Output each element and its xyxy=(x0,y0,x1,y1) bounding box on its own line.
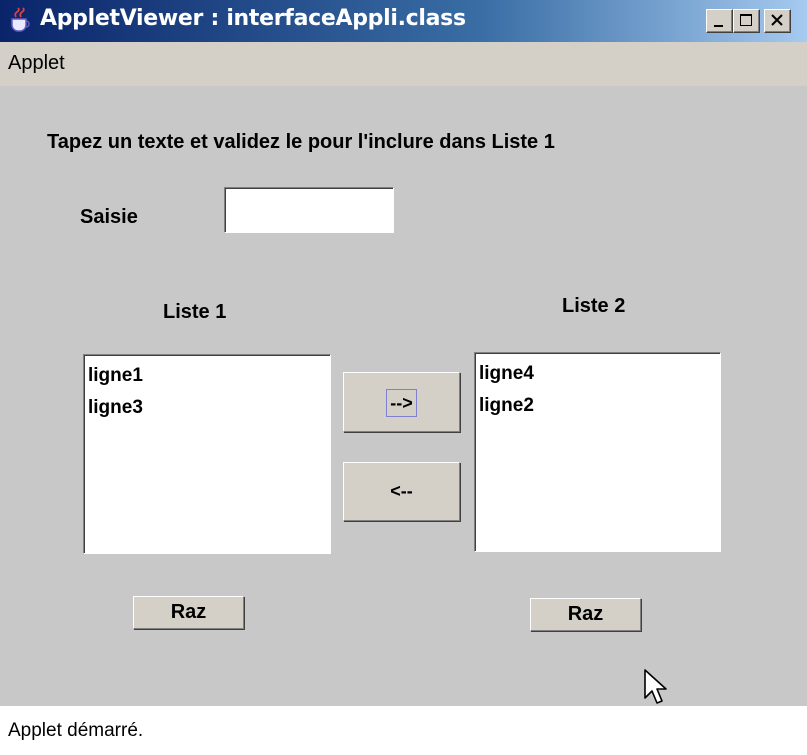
menu-applet[interactable]: Applet xyxy=(8,52,65,75)
saisie-label: Saisie xyxy=(80,206,138,228)
raz-liste2-button[interactable]: Raz xyxy=(530,598,641,631)
liste2-label: Liste 2 xyxy=(562,295,626,317)
liste1-label: Liste 1 xyxy=(163,301,227,323)
mouse-cursor-icon xyxy=(644,669,667,704)
list-item[interactable]: ligne4 xyxy=(479,363,534,385)
list-item[interactable]: ligne2 xyxy=(479,395,534,417)
menu-bar: Applet xyxy=(0,42,807,86)
liste1-listbox[interactable]: ligne1 ligne3 xyxy=(83,354,331,554)
java-coffee-cup-icon xyxy=(8,7,34,33)
maximize-button[interactable] xyxy=(733,9,760,33)
minimize-button[interactable] xyxy=(706,9,733,33)
move-to-liste1-button[interactable]: <-- xyxy=(343,462,460,521)
close-button[interactable] xyxy=(764,9,791,33)
status-text: Applet démarré. xyxy=(8,720,144,741)
window-title: AppletViewer : interfaceAppli.class xyxy=(40,6,466,31)
maximize-icon xyxy=(740,14,752,26)
close-icon xyxy=(771,14,783,26)
list-item[interactable]: ligne3 xyxy=(88,397,143,419)
list-item[interactable]: ligne1 xyxy=(88,365,143,387)
liste2-listbox[interactable]: ligne4 ligne2 xyxy=(474,352,721,552)
minimize-icon xyxy=(714,25,723,27)
move-to-liste2-button[interactable]: --> xyxy=(343,372,460,432)
saisie-input[interactable] xyxy=(224,187,394,233)
applet-panel: Tapez un texte et validez le pour l'incl… xyxy=(0,86,807,706)
status-bar: Applet démarré. xyxy=(0,706,807,755)
title-bar[interactable]: AppletViewer : interfaceAppli.class xyxy=(0,0,807,42)
raz-liste1-button[interactable]: Raz xyxy=(133,596,244,629)
move-to-liste2-label: --> xyxy=(386,389,417,418)
instruction-text: Tapez un texte et validez le pour l'incl… xyxy=(47,131,555,153)
